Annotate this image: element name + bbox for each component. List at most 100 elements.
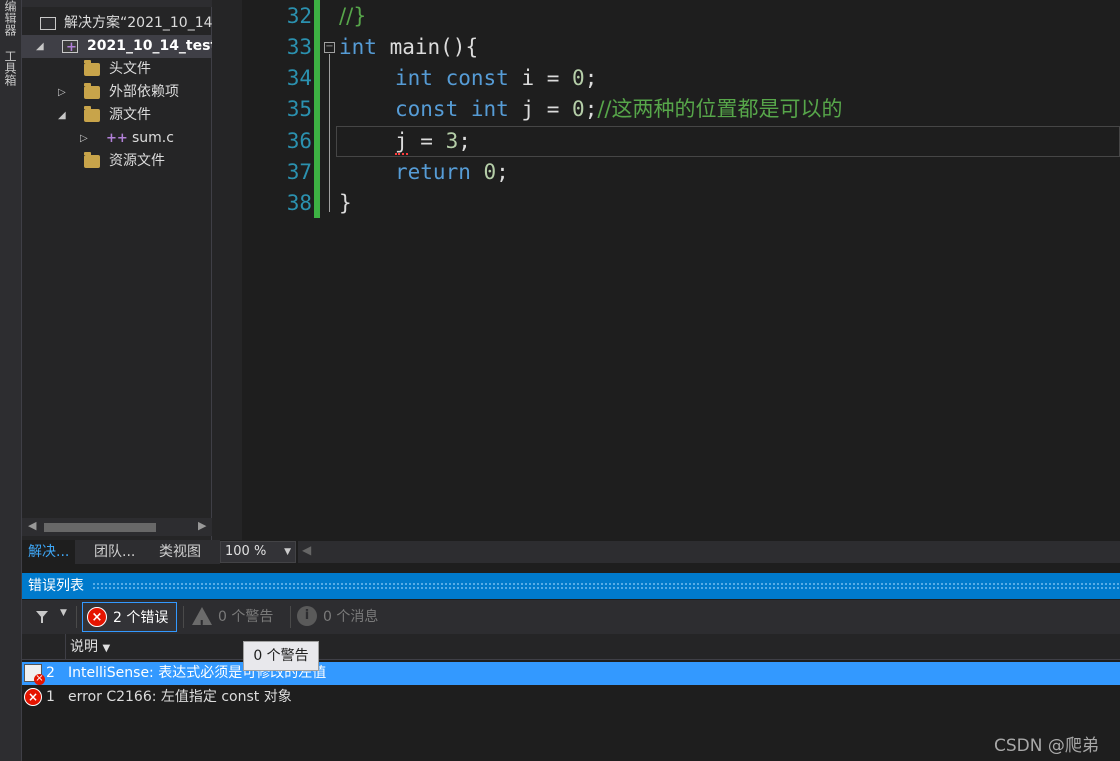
tab-team-explorer[interactable]: 团队... xyxy=(88,540,141,564)
number-token: 0 xyxy=(572,97,585,121)
expand-arrow-icon[interactable]: ◢ xyxy=(58,104,66,127)
line-number: 32 xyxy=(286,4,312,28)
keyword-token: const xyxy=(445,66,509,90)
code-token: ; xyxy=(584,97,598,121)
scroll-right-icon[interactable]: ▶ xyxy=(198,519,206,532)
error-list-toolbar: ▼ × 2 个错误 ! 0 个警告 i 0 个消息 xyxy=(22,600,1120,634)
comment-token: //这两种的位置都是可以的 xyxy=(597,97,843,121)
code-token: = xyxy=(407,129,446,153)
errors-filter-button[interactable]: × 2 个错误 xyxy=(82,602,178,632)
expand-arrow-icon[interactable]: ▷ xyxy=(80,127,88,150)
keyword-token: return xyxy=(395,160,471,184)
code-text: return 0; xyxy=(395,157,509,188)
code-line: 33 − int main(){ xyxy=(242,32,1120,63)
code-token: j = xyxy=(508,97,573,121)
side-tool-strip: 编辑器 工具箱 xyxy=(0,0,22,761)
warning-icon: ! xyxy=(192,607,212,632)
code-token: ; xyxy=(458,129,471,153)
filter-icon[interactable] xyxy=(36,611,48,623)
column-icon-header[interactable] xyxy=(22,634,66,660)
code-line: 37 return 0; xyxy=(242,157,1120,188)
panel-topbar xyxy=(22,0,212,7)
editor-margin xyxy=(212,0,242,540)
zoom-value: 100 % xyxy=(225,544,267,559)
toolbar-separator xyxy=(183,606,184,628)
error-list-rows: 2 IntelliSense: 表达式必须是可修改的左值 × 1 error C… xyxy=(22,661,1120,761)
code-line: 34 int const i = 0; xyxy=(242,63,1120,94)
external-deps-icon xyxy=(84,83,100,99)
error-list-title: 错误列表 xyxy=(28,578,84,594)
column-description[interactable]: 说明 ▼ xyxy=(70,634,110,662)
intellisense-error-icon xyxy=(24,664,45,685)
code-line: 35 const int j = 0;//这两种的位置都是可以的 xyxy=(242,94,1120,125)
solution-horizontal-scrollbar[interactable]: ◀ ▶ xyxy=(22,518,212,536)
chevron-down-icon: ▼ xyxy=(284,547,291,557)
scroll-left-icon[interactable]: ◀ xyxy=(28,519,36,532)
collapse-icon[interactable]: − xyxy=(324,42,335,53)
code-line: 38 } xyxy=(242,188,1120,219)
tree-item-project[interactable]: ◢ 2021_10_14_test xyxy=(22,35,212,58)
tree-item-label: sum.c xyxy=(132,130,174,146)
editor-horizontal-scrollbar[interactable]: ◀ xyxy=(298,541,1120,563)
zoom-select[interactable]: 100 % ▼ xyxy=(220,541,296,563)
keyword-token: int xyxy=(339,35,377,59)
error-list-column-header: 说明 ▼ xyxy=(22,634,1120,660)
error-row[interactable]: × 1 error C2166: 左值指定 const 对象 xyxy=(22,686,1120,709)
side-tab-toolbox[interactable]: 工具箱 xyxy=(2,50,19,86)
sort-arrow-icon: ▼ xyxy=(102,643,111,654)
error-number: 1 xyxy=(46,689,55,705)
error-number: 2 xyxy=(46,665,55,681)
code-line: 32 //} xyxy=(242,1,1120,32)
tab-class-view[interactable]: 类视图 xyxy=(153,540,207,564)
expand-arrow-icon[interactable]: ▷ xyxy=(58,81,66,104)
error-squiggle[interactable]: j xyxy=(395,129,408,155)
code-text: } xyxy=(339,191,352,215)
code-line: 36 j = 3; xyxy=(242,126,1120,157)
tree-item-header-files[interactable]: 头文件 xyxy=(22,58,212,81)
messages-filter-button[interactable]: i 0 个消息 xyxy=(293,602,386,632)
folder-icon xyxy=(84,152,100,168)
toolbar-separator xyxy=(76,606,77,628)
side-tab-editor[interactable]: 编辑器 xyxy=(2,0,19,36)
tree-item-source-files[interactable]: ◢ 源文件 xyxy=(22,104,212,127)
tree-item-resource-files[interactable]: 资源文件 xyxy=(22,150,212,173)
line-number: 37 xyxy=(286,160,312,184)
line-number: 34 xyxy=(286,66,312,90)
number-token: 0 xyxy=(572,66,585,90)
tab-solution-explorer[interactable]: 解决... xyxy=(22,540,76,564)
errors-count-label: 2 个错误 xyxy=(113,610,169,626)
toolbar-separator xyxy=(290,606,291,628)
error-icon: × xyxy=(24,688,42,706)
tree-item-label: 2021_10_14_test xyxy=(87,38,212,54)
chevron-down-icon[interactable]: ▼ xyxy=(60,608,67,618)
code-text: j = 3; xyxy=(395,126,471,157)
tree-item-sum-c[interactable]: ▷ ++ sum.c xyxy=(22,127,212,150)
code-editor[interactable]: 32 //} 33 − int main(){ 34 int const i =… xyxy=(242,0,1120,540)
error-list-header[interactable]: 错误列表 xyxy=(22,573,1120,599)
tree-item-label: 外部依赖项 xyxy=(109,84,179,100)
keyword-token: int xyxy=(395,66,433,90)
drag-grip[interactable] xyxy=(92,582,1120,590)
line-number: 35 xyxy=(286,97,312,121)
solution-icon xyxy=(40,17,56,30)
folder-icon xyxy=(84,106,100,122)
tree-item-label: 资源文件 xyxy=(109,153,165,169)
warnings-filter-button[interactable]: ! 0 个警告 xyxy=(188,602,281,632)
info-icon: i xyxy=(297,606,317,626)
tree-item-label: 解决方案“2021_10_14_test” xyxy=(64,15,212,31)
watermark: CSDN @爬弟 xyxy=(994,736,1099,756)
cpp-project-icon xyxy=(62,36,78,58)
code-token: ; xyxy=(584,66,598,90)
code-text: //} xyxy=(339,4,367,28)
warnings-tooltip: 0 个警告 xyxy=(243,641,319,671)
expand-arrow-icon[interactable]: ◢ xyxy=(36,35,44,58)
error-description: error C2166: 左值指定 const 对象 xyxy=(68,689,292,705)
tree-item-solution[interactable]: 解决方案“2021_10_14_test” xyxy=(22,12,212,35)
scroll-left-icon[interactable]: ◀ xyxy=(302,543,311,557)
panel-tabs: 解决... 团队... 类视图 xyxy=(22,540,220,564)
solution-explorer: 解决方案“2021_10_14_test” ◢ 2021_10_14_test … xyxy=(22,0,212,540)
tree-item-external-deps[interactable]: ▷ 外部依赖项 xyxy=(22,81,212,104)
scroll-thumb[interactable] xyxy=(44,523,156,532)
error-row[interactable]: 2 IntelliSense: 表达式必须是可修改的左值 xyxy=(22,662,1120,685)
